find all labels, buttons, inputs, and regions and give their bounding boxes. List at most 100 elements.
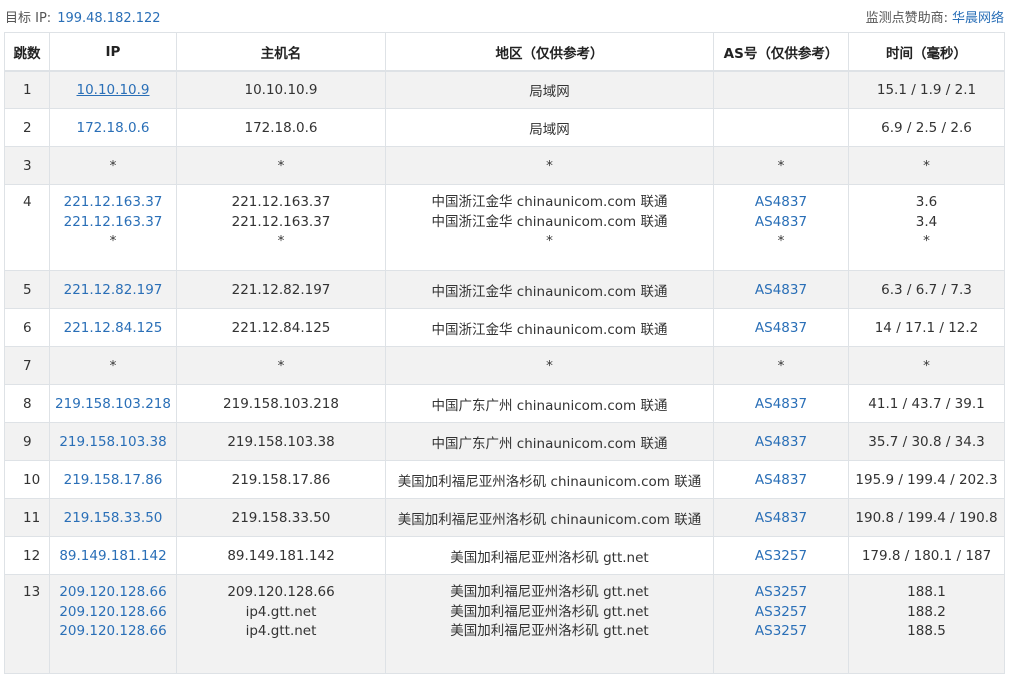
ip-link[interactable]: 219.158.33.50 — [50, 510, 176, 526]
column-header-as: AS号（仅供参考） — [713, 32, 849, 72]
region: 美国加利福尼亚州洛杉矶 chinaunicom.com 联通 — [397, 473, 702, 490]
region: 中国浙江金华 chinaunicom.com 联通 — [431, 321, 668, 338]
hop-cell: 10 — [4, 460, 50, 499]
ip-link[interactable]: 209.120.128.66 — [50, 622, 176, 642]
hostname-cell: * — [176, 346, 386, 385]
hop-cell: 2 — [4, 108, 50, 147]
sponsor-label: 监测点赞助商: — [865, 11, 948, 26]
time-cell: 179.8 / 180.1 / 187 — [848, 536, 1005, 575]
as-link[interactable]: AS3257 — [714, 548, 848, 564]
ip-link[interactable]: 10.10.10.9 — [50, 82, 176, 98]
region-cell: 局域网 — [385, 108, 714, 147]
latency: * — [923, 233, 930, 250]
column-header-ip: IP — [49, 32, 177, 72]
ip-link[interactable]: 209.120.128.66 — [50, 583, 176, 603]
as-link[interactable]: AS4837 — [714, 510, 848, 526]
hostname: * — [277, 233, 285, 250]
as-link[interactable]: AS3257 — [714, 622, 848, 642]
latency: 6.9 / 2.5 / 2.6 — [881, 119, 972, 136]
hop-number: 12 — [23, 547, 41, 564]
latency: 3.4 — [915, 213, 938, 230]
region: 中国浙江金华 chinaunicom.com 联通 — [431, 213, 668, 230]
table-row: 10 219.158.17.86 219.158.17.86 美国加利福尼亚州洛杉矶 … — [4, 460, 1005, 499]
hostname-cell: 10.10.10.9 — [176, 70, 386, 109]
hop-number: 2 — [23, 119, 32, 136]
as-link[interactable]: AS4837 — [714, 396, 848, 412]
hostname: 221.12.163.37 — [231, 194, 331, 210]
table-body: 1 10.10.10.9 10.10.10.9 局域网 15.1 / 1.9 / 2.1… — [4, 70, 1005, 674]
ip-link[interactable]: 89.149.181.142 — [50, 548, 176, 564]
as-link[interactable]: AS4837 — [714, 193, 848, 213]
hostname: 221.12.82.197 — [231, 281, 331, 298]
region: 美国加利福尼亚州洛杉矶 gtt.net — [450, 584, 649, 600]
as-cell — [713, 70, 849, 109]
hop-number: 4 — [23, 194, 32, 210]
as-cell: AS3257 AS3257 AS3257 — [713, 574, 849, 674]
as-link[interactable]: AS4837 — [714, 282, 848, 298]
ip-address: * — [109, 233, 117, 250]
as-cell — [713, 108, 849, 147]
ip-cell: 172.18.0.6 — [49, 108, 177, 147]
ip-link[interactable]: 219.158.17.86 — [50, 472, 176, 488]
target-label: 目标 IP: — [5, 11, 52, 26]
hostname: * — [277, 357, 285, 374]
as-link[interactable]: AS4837 — [714, 472, 848, 488]
latency: 188.5 — [907, 623, 946, 640]
latency: 3.6 — [915, 194, 938, 210]
ip-link[interactable]: 172.18.0.6 — [50, 120, 176, 136]
traceroute-table: 跳数 IP 主机名 地区（仅供参考） AS号（仅供参考） 时间（毫秒） 1 10.… — [4, 32, 1005, 674]
region: * — [546, 233, 553, 250]
table-row: 3 * * * * * — [4, 146, 1005, 185]
ip-link[interactable]: 221.12.84.125 — [50, 320, 176, 336]
region: 局域网 — [529, 84, 570, 100]
column-header-hostname: 主机名 — [176, 32, 386, 72]
hostname-cell: 221.12.163.37 221.12.163.37 * — [176, 184, 386, 271]
as-cell: AS4837 — [713, 384, 849, 423]
column-header-time: 时间（毫秒） — [848, 32, 1005, 72]
hostname: 221.12.84.125 — [231, 319, 331, 336]
as-link[interactable]: AS3257 — [714, 603, 848, 623]
ip-link[interactable]: 221.12.163.37 — [50, 213, 176, 233]
ip-link[interactable]: 219.158.103.218 — [50, 396, 176, 412]
table-row: 13 209.120.128.66 209.120.128.66 209.120.12… — [4, 574, 1005, 674]
hostname: 10.10.10.9 — [244, 82, 318, 98]
hop-cell: 1 — [4, 70, 50, 109]
as-number: * — [777, 357, 785, 374]
hostname: 89.149.181.142 — [227, 547, 335, 564]
latency: 195.9 / 199.4 / 202.3 — [855, 471, 998, 488]
hostname-cell: 219.158.33.50 — [176, 498, 386, 537]
ip-cell: 219.158.17.86 — [49, 460, 177, 499]
region-cell: 中国广东广州 chinaunicom.com 联通 — [385, 384, 714, 423]
region-cell: 局域网 — [385, 70, 714, 109]
ip-link[interactable]: 219.158.103.38 — [50, 434, 176, 450]
ip-link[interactable]: 209.120.128.66 — [50, 603, 176, 623]
ip-link[interactable]: 221.12.163.37 — [50, 193, 176, 213]
sponsor-link[interactable]: 华晨网络 — [952, 11, 1004, 26]
hostname: 209.120.128.66 — [227, 584, 335, 600]
hop-cell: 5 — [4, 270, 50, 309]
region: 局域网 — [529, 121, 570, 138]
time-cell: 14 / 17.1 / 12.2 — [848, 308, 1005, 347]
hostname-cell: 209.120.128.66 ip4.gtt.net ip4.gtt.net — [176, 574, 386, 674]
hop-number: 3 — [23, 157, 32, 174]
as-cell: AS4837 — [713, 498, 849, 537]
hop-cell: 12 — [4, 536, 50, 575]
ip-cell: 219.158.33.50 — [49, 498, 177, 537]
column-header-region: 地区（仅供参考） — [385, 32, 714, 72]
hostname: 219.158.103.38 — [227, 433, 335, 450]
as-link[interactable]: AS3257 — [714, 583, 848, 603]
time-cell: * — [848, 346, 1005, 385]
as-link[interactable]: AS4837 — [714, 213, 848, 233]
hostname: * — [277, 157, 285, 174]
region-cell: 美国加利福尼亚州洛杉矶 chinaunicom.com 联通 — [385, 460, 714, 499]
hostname-cell: 221.12.84.125 — [176, 308, 386, 347]
latency: 15.1 / 1.9 / 2.1 — [876, 82, 977, 98]
ip-link[interactable]: 221.12.82.197 — [50, 282, 176, 298]
as-link[interactable]: AS4837 — [714, 320, 848, 336]
as-cell: AS4837 AS4837 * — [713, 184, 849, 271]
hostname-cell: * — [176, 146, 386, 185]
ip-cell: 219.158.103.38 — [49, 422, 177, 461]
time-cell: 35.7 / 30.8 / 34.3 — [848, 422, 1005, 461]
as-link[interactable]: AS4837 — [714, 434, 848, 450]
hop-number: 5 — [23, 281, 32, 298]
